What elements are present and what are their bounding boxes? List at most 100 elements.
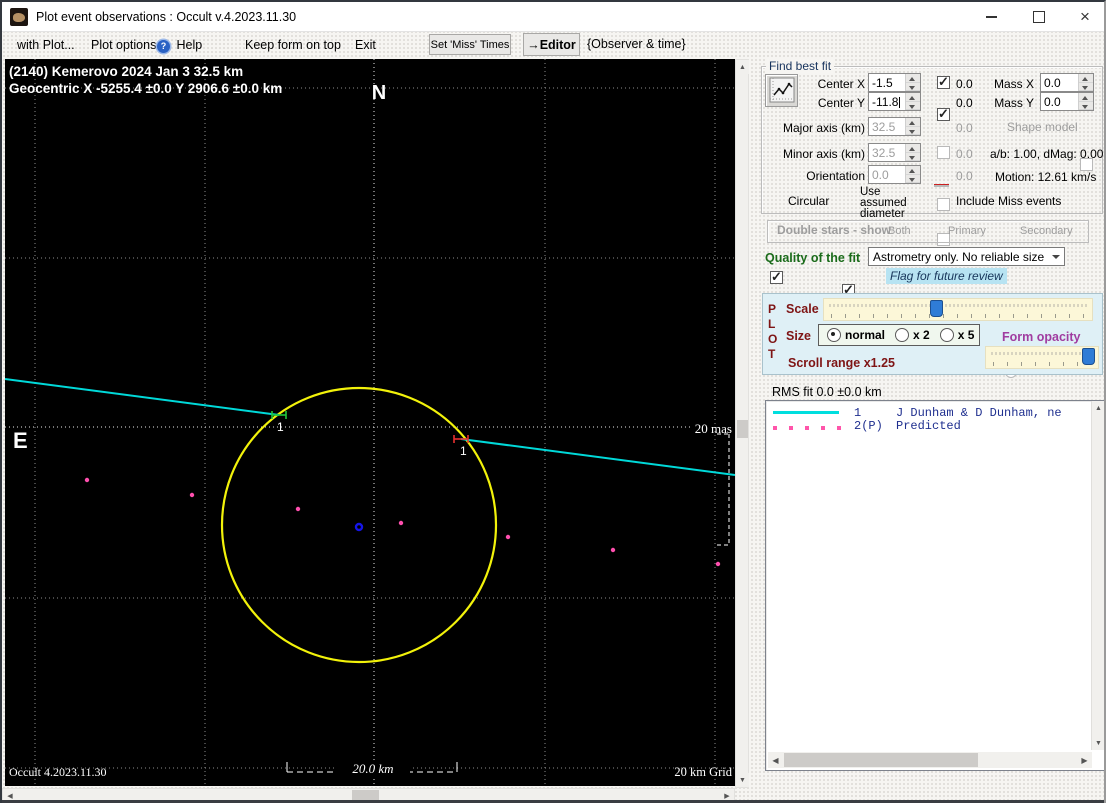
scroll-range-label: Scroll range x1.25 xyxy=(788,356,896,370)
double-stars-title: Double stars - show xyxy=(777,223,892,237)
plot-vertical-scrollbar[interactable]: ▲ ▼ xyxy=(735,59,749,788)
app-window: Plot event observations : Occult v.4.202… xyxy=(0,0,1106,803)
scroll-down-icon[interactable]: ▼ xyxy=(736,773,749,787)
chevron-down-icon xyxy=(1048,248,1064,265)
list-vertical-scrollbar[interactable]: ▲ ▼ xyxy=(1091,401,1104,750)
observer-name: J Dunham & D Dunham, ne xyxy=(896,405,1062,420)
scroll-left-icon[interactable]: ◀ xyxy=(768,752,783,768)
plot-letter-t: T xyxy=(768,347,776,361)
mass-x-label: Mass X xyxy=(993,77,1034,91)
center-x-value: -1.5 xyxy=(872,76,893,90)
motion-label: Motion: 12.61 km/s xyxy=(995,170,1097,184)
size-x5-radio[interactable] xyxy=(939,328,954,342)
center-y-spin-buttons[interactable] xyxy=(905,93,920,110)
help-icon: ? xyxy=(157,40,170,53)
use-assumed-diameter-label: Use assumed diameter xyxy=(860,186,907,220)
center-y-spinner[interactable]: -11.8 xyxy=(868,92,921,111)
mas-scale-label: 20 mas xyxy=(695,421,732,436)
center-x-spinner[interactable]: -1.5 xyxy=(868,73,921,92)
flag-review-label: Flag for future review xyxy=(886,268,1007,284)
predicted-dots-swatch xyxy=(766,420,854,434)
menu-exit[interactable]: Exit xyxy=(355,38,376,52)
menu-help[interactable]: ? Help xyxy=(157,38,202,53)
observations-list[interactable]: 1 J Dunham & D Dunham, ne 2(P) Predicted… xyxy=(765,400,1104,771)
scroll-up-icon[interactable]: ▲ xyxy=(736,60,749,74)
rms-fit-label: RMS fit 0.0 ±0.0 km xyxy=(772,385,882,399)
version-label: Occult 4.2023.11.30 xyxy=(9,765,107,779)
title-bar: Plot event observations : Occult v.4.202… xyxy=(2,2,1104,32)
mass-y-spin-buttons[interactable] xyxy=(1078,93,1093,110)
size-x2-radio[interactable] xyxy=(895,328,910,342)
text-caret xyxy=(898,95,900,109)
size-normal-radio[interactable] xyxy=(827,328,841,342)
center-x-label: Center X xyxy=(817,77,865,91)
form-opacity-label: Form opacity xyxy=(1002,330,1081,344)
scroll-up-icon[interactable]: ▲ xyxy=(1092,401,1104,415)
disappearance-label: 1 xyxy=(277,420,284,434)
menu-help-label: Help xyxy=(176,38,203,52)
major-axis-fit-checkbox xyxy=(937,146,950,159)
editor-button[interactable]: →Editor xyxy=(523,33,580,56)
chord-line-swatch xyxy=(766,406,854,420)
set-miss-times-button[interactable]: Set 'Miss' Times xyxy=(429,34,511,55)
plot-background xyxy=(5,59,735,786)
minor-axis-value: 32.5 xyxy=(872,146,896,160)
scale-slider-thumb[interactable] xyxy=(930,300,943,317)
mass-x-value: 0.0 xyxy=(1044,76,1061,90)
menu-keep-on-top[interactable]: Keep form on top xyxy=(245,38,341,52)
center-y-fit-checkbox[interactable] xyxy=(937,106,950,122)
scroll-down-icon[interactable]: ▼ xyxy=(1092,736,1104,750)
form-opacity-slider-thumb[interactable] xyxy=(1082,348,1095,365)
minor-axis-sigma: 0.0 xyxy=(956,147,973,161)
app-icon xyxy=(10,8,28,26)
list-item[interactable]: 2(P) Predicted xyxy=(766,419,1104,434)
scale-bar-label: 20.0 km xyxy=(352,761,393,776)
form-opacity-slider[interactable] xyxy=(985,346,1099,369)
quality-of-fit-label: Quality of the fit xyxy=(765,251,861,265)
mass-x-spin-buttons[interactable] xyxy=(1078,74,1093,91)
scale-slider[interactable] xyxy=(823,298,1093,321)
center-x-fit-checkbox[interactable] xyxy=(937,74,950,90)
quality-of-fit-combo[interactable]: Astrometry only. No reliable size xyxy=(868,247,1065,266)
size-x2-label: x 2 xyxy=(913,328,930,342)
center-x-spin-buttons[interactable] xyxy=(905,74,920,91)
east-label: E xyxy=(13,428,28,453)
list-item[interactable]: 1 J Dunham & D Dunham, ne xyxy=(766,406,1104,420)
orientation-spinner: 0.0 xyxy=(868,165,921,184)
plot-letter-l: L xyxy=(768,317,776,331)
minimize-icon xyxy=(985,16,997,18)
major-axis-spinner: 32.5 xyxy=(868,117,921,136)
minimize-button[interactable] xyxy=(974,6,1008,28)
size-label: Size xyxy=(786,329,812,343)
reappearance-label: 1 xyxy=(460,444,467,458)
center-x-sigma: 0.0 xyxy=(956,77,973,91)
list-horizontal-scrollbar[interactable]: ◀ ▶ xyxy=(768,752,1092,768)
minor-axis-spinner: 32.5 xyxy=(868,143,921,162)
major-axis-spin-buttons xyxy=(905,118,920,135)
mass-y-label: Mass Y xyxy=(994,96,1034,110)
maximize-button[interactable] xyxy=(1022,6,1056,28)
center-y-label: Center Y xyxy=(817,96,865,110)
mass-y-spinner[interactable]: 0.0 xyxy=(1040,92,1094,111)
observation-number: 2(P) xyxy=(854,419,883,434)
plot-canvas[interactable]: 1 1 (2140) Kemerovo 2024 Jan 3 32.5 km G… xyxy=(5,59,735,786)
close-button[interactable]: × xyxy=(1068,6,1102,28)
menu-plot-options[interactable]: Plot options... xyxy=(91,38,167,52)
size-radio-group: normal x 2 x 5 xyxy=(818,324,980,346)
scroll-right-icon[interactable]: ▶ xyxy=(1077,752,1092,768)
fit-plot-button[interactable] xyxy=(765,74,798,107)
minor-axis-label: Minor axis (km) xyxy=(783,147,866,161)
plot-letter-p: P xyxy=(768,302,777,316)
close-icon: × xyxy=(1080,7,1090,26)
circular-checkbox[interactable] xyxy=(770,269,783,285)
circular-label: Circular xyxy=(788,194,830,208)
plot-title-line2: Geocentric X -5255.4 ±0.0 Y 2906.6 ±0.0 … xyxy=(9,81,282,96)
plot-vscroll-thumb[interactable] xyxy=(737,420,748,438)
list-hscroll-thumb[interactable] xyxy=(784,753,978,767)
menu-with-plot[interactable]: with Plot... xyxy=(17,38,75,52)
mass-x-spinner[interactable]: 0.0 xyxy=(1040,73,1094,92)
observer-name: Predicted xyxy=(896,419,961,434)
major-axis-label: Major axis (km) xyxy=(783,121,866,135)
size-x5-label: x 5 xyxy=(957,328,975,342)
ab-dmag-label: a/b: 1.00, dMag: 0.00 xyxy=(990,147,1104,161)
